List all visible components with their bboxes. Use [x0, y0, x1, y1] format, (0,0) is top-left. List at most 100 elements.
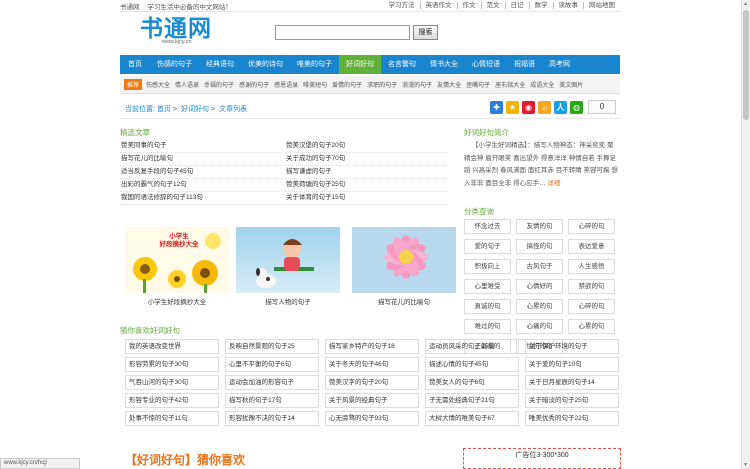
hot-item[interactable]: 反映自然景观的句子25 [225, 339, 319, 354]
nav-item-blessings[interactable]: 祝福语 [507, 55, 542, 74]
top-link-essay[interactable]: 作文 [456, 2, 481, 9]
subnav-item[interactable]: 成语大全 [530, 80, 554, 89]
category-item[interactable]: 真诚的句 [464, 299, 511, 314]
hot-item[interactable]: 唯美优秀的句子22句 [525, 411, 619, 426]
card-image-flower[interactable] [352, 227, 456, 293]
top-site-link[interactable]: 书通网 [120, 4, 140, 11]
hot-item[interactable]: 赞美女人的句子6句 [425, 375, 519, 390]
nav-item-quotes[interactable]: 名言警句 [381, 55, 423, 74]
article-link[interactable]: 适当反复手段的句子45句 [120, 166, 282, 179]
top-link-math[interactable]: 数学 [528, 2, 553, 9]
scroll-up-icon[interactable]: ▲ [743, 1, 748, 7]
subnav-item[interactable]: 友情大全 [437, 80, 461, 89]
category-item[interactable]: 友情的句 [516, 219, 563, 234]
weibo-icon[interactable]: ◉ [522, 100, 535, 114]
article-link[interactable]: 赞美荷塘的句子25句 [285, 179, 447, 192]
article-link[interactable]: 赞美同事的句子 [120, 140, 282, 153]
subnav-item[interactable]: 浪漫的句子 [402, 80, 432, 89]
category-item[interactable]: 搞怪的句 [516, 239, 563, 254]
subnav-item[interactable]: 唯美短句 [303, 80, 327, 89]
category-item[interactable]: 爱的句子 [464, 239, 511, 254]
hot-item[interactable]: 形容专业的句子42句 [125, 393, 219, 408]
category-item[interactable]: 积极向上 [464, 259, 511, 274]
category-item[interactable]: 心痛的句 [516, 319, 563, 334]
renren-icon[interactable]: 人 [554, 100, 567, 114]
hot-item[interactable]: 心里不平衡的句子6句 [225, 357, 319, 372]
hot-item[interactable]: 关于暗淡的句子25句 [525, 393, 619, 408]
nav-item-beautiful[interactable]: 唯美的句子 [290, 55, 339, 74]
top-link-diary[interactable]: 日记 [504, 2, 529, 9]
image-card[interactable]: 描写花儿的比喻句 [352, 227, 456, 306]
hot-item[interactable]: 大树大情的唯美句子67 [425, 411, 519, 426]
hot-item[interactable]: 关于风景的经典句子 [325, 393, 419, 408]
subnav-item[interactable]: 歪嘴句子 [466, 80, 490, 89]
intro-more-link[interactable]: 详细 [547, 180, 560, 187]
category-item[interactable]: 人生感悟 [568, 259, 615, 274]
hot-item[interactable]: 描写秋的句子17句 [225, 393, 319, 408]
nav-item-exam[interactable]: 高考网 [542, 55, 577, 74]
hot-item[interactable]: 运动会加油的形容句子 [225, 375, 319, 390]
search-input[interactable] [275, 25, 410, 40]
article-link[interactable]: 出彩的霸气的句子12句 [120, 179, 282, 192]
site-logo[interactable]: 书通网 www.kjcy.cn [140, 16, 220, 50]
nav-item-love-letters[interactable]: 情书大全 [423, 55, 465, 74]
category-item[interactable]: 古风句子 [516, 259, 563, 274]
category-item[interactable]: 心情好的 [516, 279, 563, 294]
hot-item[interactable]: 子无需处经典句子21句 [425, 393, 519, 408]
top-link-english[interactable]: 英语作文 [419, 2, 457, 9]
nav-item-sad[interactable]: 伤感的句子 [150, 55, 199, 74]
search-button[interactable]: 搜索 [413, 25, 438, 40]
article-link[interactable]: 描写谦虚的句子 [285, 166, 447, 179]
image-card[interactable]: 小学生 好段摘抄大全 小学生好段摘抄大全 [125, 227, 229, 306]
card-caption[interactable]: 描写花儿的比喻句 [352, 296, 456, 306]
article-link[interactable]: 关于体育的句子15句 [285, 192, 447, 205]
nav-item-poems[interactable]: 优美的诗句 [241, 55, 290, 74]
hot-item[interactable]: 赞美汉字的句子20句 [325, 375, 419, 390]
scroll-down-icon[interactable]: ▼ [743, 462, 748, 468]
qzone-icon[interactable]: ☼ [538, 100, 551, 114]
hot-item[interactable]: 形容劳累的句子30句 [125, 357, 219, 372]
hot-item[interactable]: 处事不惊的句子11句 [125, 411, 219, 426]
subnav-item[interactable]: 座右铭大全 [495, 80, 525, 89]
breadcrumb-home[interactable]: 首页 [157, 106, 171, 113]
subnav-item[interactable]: 幸福的句子 [204, 80, 234, 89]
card-caption[interactable]: 描写人物的句子 [236, 296, 340, 306]
category-item[interactable]: 心碎的句 [568, 219, 615, 234]
wechat-icon[interactable]: ◍ [570, 100, 583, 114]
card-image-sunflower[interactable]: 小学生 好段摘抄大全 [125, 227, 229, 293]
category-item[interactable]: 心碎的句 [568, 299, 615, 314]
subnav-item[interactable]: 伤感大全 [146, 80, 170, 89]
nav-item-home[interactable]: 首页 [120, 55, 150, 74]
subnav-item[interactable]: 求职的句子 [367, 80, 397, 89]
scrollbar-thumb[interactable] [743, 10, 749, 120]
image-card[interactable]: 描写人物的句子 [236, 227, 340, 306]
vertical-scrollbar[interactable]: ▲ ▼ [741, 0, 750, 469]
nav-item-good-words[interactable]: 好词好句 [339, 55, 381, 74]
category-item[interactable]: 心里难受 [464, 279, 511, 294]
subnav-item[interactable]: 感恩语录 [274, 80, 298, 89]
nav-item-classic[interactable]: 经典语句 [199, 55, 241, 74]
category-item[interactable]: 难过的句 [464, 319, 511, 334]
subnav-item[interactable]: 情人语录 [175, 80, 199, 89]
ad-slot[interactable]: 广告位3-300*300 [463, 448, 621, 469]
article-link[interactable]: 描写花儿的比喻句 [120, 153, 282, 166]
card-caption[interactable]: 小学生好段摘抄大全 [125, 296, 229, 306]
card-image-doll-dog[interactable] [236, 227, 340, 293]
hot-item[interactable]: 描述心情的句子45句 [425, 357, 519, 372]
top-link-sitemap[interactable]: 网站地图 [583, 2, 620, 9]
top-link-sample[interactable]: 范文 [480, 2, 505, 9]
category-item[interactable]: 禁欲的句 [568, 279, 615, 294]
hot-item[interactable]: 形容犹豫不决的句子14 [225, 411, 319, 426]
hot-item[interactable]: 关于保护环境的句子 [525, 339, 619, 354]
hot-item[interactable]: 描写家乡特产的句子18 [325, 339, 419, 354]
breadcrumb-category[interactable]: 好词好句 [181, 106, 209, 113]
nav-item-mood[interactable]: 心情短语 [465, 55, 507, 74]
subnav-item[interactable]: 美文图片 [559, 80, 583, 89]
hot-item[interactable]: 心无旁骛的句子93句 [325, 411, 419, 426]
hot-item[interactable]: 关于日月星辰的句子14 [525, 375, 619, 390]
subnav-item[interactable]: 感谢的句子 [239, 80, 269, 89]
category-item[interactable]: 心累的句 [568, 319, 615, 334]
hot-item[interactable]: 关于冬天的句子46句 [325, 357, 419, 372]
category-item[interactable]: 怀念过去 [464, 219, 511, 234]
article-link[interactable]: 我国的语法修辞的句子113句 [120, 192, 282, 205]
